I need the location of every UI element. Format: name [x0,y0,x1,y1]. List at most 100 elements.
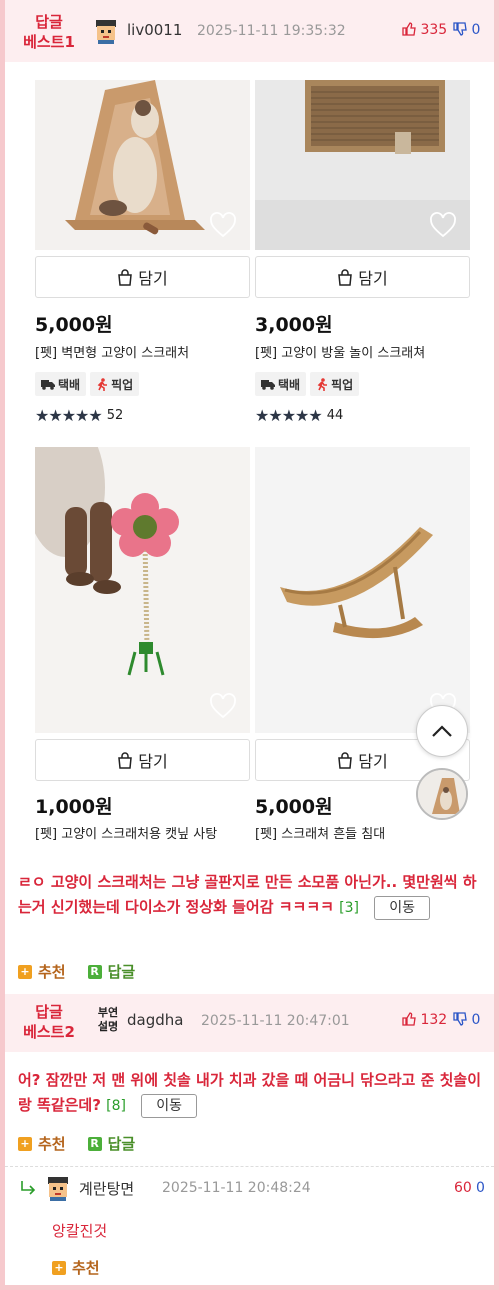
comment-actions: + 추천 R 답글 [18,1133,135,1154]
comment-date: 2025-11-11 20:47:01 [201,1013,350,1029]
comment-body: ㄹㅇ 고양이 스크래처는 그냥 골판지로 만든 소모품 아닌가.. 몇만원씩 하… [18,870,483,921]
downvote-count[interactable]: 0 [453,22,480,38]
avatar-text: 부연 [97,1006,119,1019]
author-nickname[interactable]: liv0011 [127,21,182,39]
recommend-button[interactable]: + 추천 [18,961,66,982]
product-card[interactable]: 담기 5,000원 [펫] 벽면형 고양이 스크래처 택배 픽업 ★★★★★ 5… [35,62,250,432]
reply-square-icon: R [87,964,102,979]
product-price: 5,000원 [255,796,333,818]
best-reply-tag: 답글 베스트2 [19,1002,79,1042]
recent-item-thumbnail[interactable] [416,768,468,820]
product-rating: ★★★★★ 44 [255,406,343,425]
product-image-area: 담기 5,000원 [펫] 벽면형 고양이 스크래처 택배 픽업 ★★★★★ 5… [5,62,494,852]
comment-date: 2025-11-11 20:48:24 [162,1180,311,1196]
product-card[interactable]: 담기 1,000원 [펫] 고양이 스크래처용 캣닢 사탕 [35,447,250,852]
product-name[interactable]: [펫] 고양이 스크래처용 캣닢 사탕 [35,823,217,842]
product-image[interactable] [255,447,470,733]
comment-text: 어? 잠깐만 저 맨 위에 칫솔 내가 치과 갔을 때 어금니 닦으라고 준 칫… [18,1071,481,1114]
plus-square-icon: + [18,1136,32,1151]
best-comment-header-2: 답글 베스트2 부연 설명 dagdha 2025-11-11 20:47:01… [5,994,494,1052]
avatar[interactable]: 부연 설명 [95,1006,121,1036]
reply-button[interactable]: R 답글 [87,961,135,982]
badge-label: 픽업 [111,377,134,392]
upvote-number: 335 [420,22,448,38]
product-image[interactable] [35,447,250,733]
badge-label: 픽업 [331,377,354,392]
pickup-badge: 픽업 [310,372,360,396]
pickup-icon [97,377,108,391]
product-name[interactable]: [펫] 스크래쳐 흔들 침대 [255,823,385,842]
product-price: 3,000원 [255,314,333,336]
delivery-badge: 택배 [35,372,87,396]
comment-actions: + 추천 R 답글 [18,961,135,982]
add-to-cart-button[interactable]: 담기 [35,256,250,298]
move-button[interactable]: 이동 [374,895,430,920]
plus-square-icon: + [18,964,32,979]
add-to-cart-button[interactable]: 담기 [255,256,470,298]
heart-icon[interactable] [429,212,457,238]
recommend-label: 추천 [72,1259,100,1277]
upvote-count[interactable]: 132 [402,1012,447,1028]
image-count: [3] [339,900,359,916]
truck-icon [261,379,275,390]
star-icon: ★★★★★ [35,406,103,425]
thumbs-down-icon [453,1012,467,1026]
cart-label: 담기 [138,269,168,288]
best-tag-line1: 답글 [35,1003,63,1021]
author-nickname[interactable]: dagdha [127,1011,183,1029]
cart-label: 담기 [358,269,388,288]
best-tag-line2: 베스트2 [23,1023,75,1041]
best-reply-tag: 답글 베스트1 [19,12,79,52]
upvote-number: 132 [420,1012,448,1028]
product-card[interactable]: 담기 3,000원 [펫] 고양이 방울 놀이 스크래쳐 택배 픽업 ★★★★★… [255,62,470,432]
star-icon: ★★★★★ [255,406,323,425]
chevron-up-icon [432,725,452,737]
pickup-icon [317,377,328,391]
badge-label: 택배 [278,377,301,392]
recommend-label: 추천 [38,963,66,981]
add-to-cart-button[interactable]: 담기 [35,739,250,781]
cart-label: 담기 [358,752,388,771]
cart-label: 담기 [138,752,168,771]
product-price: 5,000원 [35,314,113,336]
truck-icon [41,379,55,390]
heart-icon[interactable] [209,693,237,719]
reply-divider [5,1166,494,1167]
thumbs-up-icon [402,22,416,36]
heart-icon[interactable] [209,212,237,238]
shopping-bag-icon [118,268,133,286]
delivery-badges: 택배 픽업 [255,372,360,396]
upvote-number[interactable]: 60 [454,1180,472,1196]
product-rating: ★★★★★ 52 [35,406,123,425]
pickup-badge: 픽업 [90,372,140,396]
downvote-count[interactable]: 0 [453,1012,480,1028]
best-comment-header-1: 답글 베스트1 liv0011 2025-11-11 19:35:32 335 … [5,0,494,62]
reply-actions: + 추천 [52,1257,100,1278]
product-name[interactable]: [펫] 고양이 방울 놀이 스크래쳐 [255,342,425,361]
upvote-count[interactable]: 335 [402,22,447,38]
scroll-top-button[interactable] [416,705,468,757]
downvote-number[interactable]: 0 [476,1180,485,1196]
reply-square-icon: R [87,1136,102,1151]
recommend-button[interactable]: + 추천 [18,1133,66,1154]
recommend-button[interactable]: + 추천 [52,1257,100,1278]
shopping-bag-icon [338,751,353,769]
product-name[interactable]: [펫] 벽면형 고양이 스크래처 [35,342,189,361]
delivery-badges: 택배 픽업 [35,372,140,396]
avatar[interactable] [45,1175,71,1201]
review-count: 44 [326,408,344,423]
badge-label: 택배 [58,377,81,392]
move-button[interactable]: 이동 [141,1093,198,1118]
image-count: [8] [106,1098,127,1114]
comment-date: 2025-11-11 19:35:32 [197,23,346,39]
review-count: 52 [106,408,124,423]
avatar-text: 설명 [97,1020,119,1033]
author-nickname[interactable]: 계란탕면 [79,1178,134,1199]
plus-square-icon: + [52,1260,66,1275]
comment-body: 어? 잠깐만 저 맨 위에 칫솔 내가 치과 갔을 때 어금니 닦으라고 준 칫… [18,1068,483,1119]
shopping-bag-icon [338,268,353,286]
reply-button[interactable]: R 답글 [87,1133,135,1154]
delivery-badge: 택배 [255,372,307,396]
avatar[interactable] [93,18,119,44]
thumbs-down-icon [453,22,467,36]
